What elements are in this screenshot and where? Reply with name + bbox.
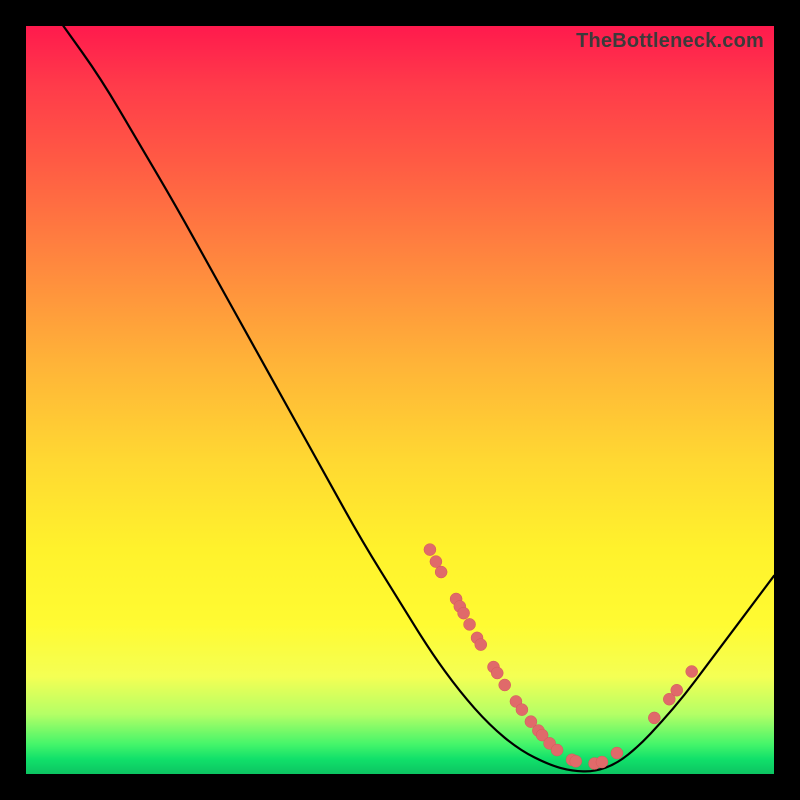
data-point <box>671 684 683 696</box>
data-point <box>611 747 623 759</box>
data-point <box>570 755 582 767</box>
chart-area: TheBottleneck.com <box>26 26 774 774</box>
data-point <box>516 704 528 716</box>
watermark-label: TheBottleneck.com <box>576 30 764 53</box>
data-point <box>551 744 563 756</box>
data-point <box>596 756 608 768</box>
scatter-dots <box>424 544 698 770</box>
data-point <box>458 607 470 619</box>
data-point <box>475 639 487 651</box>
data-point <box>686 666 698 678</box>
data-point <box>430 556 442 568</box>
data-point <box>499 679 511 691</box>
data-point <box>435 566 447 578</box>
chart-svg <box>26 26 774 774</box>
data-point <box>648 712 660 724</box>
data-point <box>424 544 436 556</box>
data-point <box>464 618 476 630</box>
bottleneck-curve <box>63 26 774 771</box>
data-point <box>491 667 503 679</box>
